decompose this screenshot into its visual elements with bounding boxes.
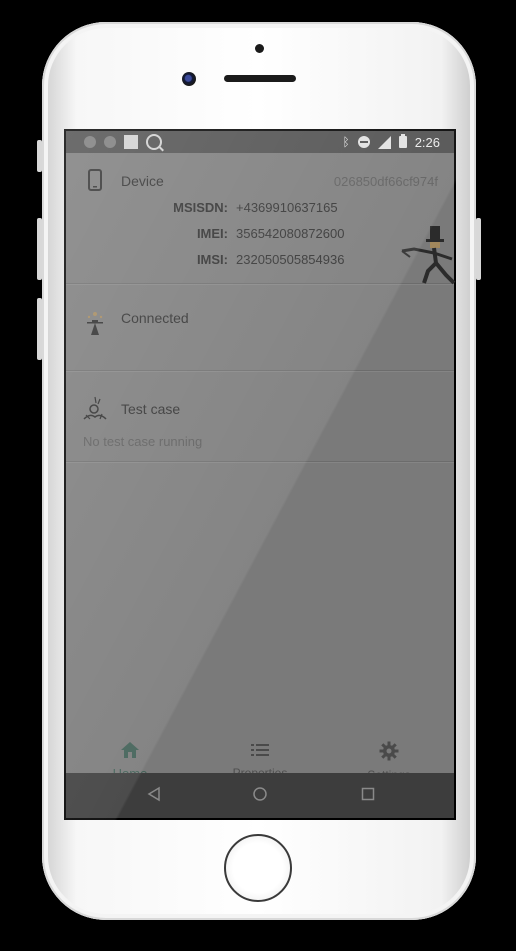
battery-icon: [398, 134, 407, 148]
imsi-value: 232050505854936: [236, 252, 345, 267]
front-camera: [182, 72, 196, 86]
msisdn-label: MSISDN:: [173, 200, 228, 215]
test-case-status: No test case running: [83, 434, 203, 449]
test-case-title: Test case: [121, 401, 181, 417]
signal-icon: [377, 135, 391, 149]
device-card: Device 026850df66cf974f MSISDN: +4369910…: [66, 153, 456, 285]
status-bar: ᛒ 2:26: [66, 131, 454, 153]
broken-items-icon: [83, 396, 107, 420]
imei-label: IMEI:: [196, 226, 228, 241]
recents-square-icon[interactable]: [360, 786, 376, 802]
imsi-label: IMSI:: [196, 252, 228, 267]
home-icon: [121, 742, 139, 758]
bluetooth-icon: ᛒ: [342, 135, 350, 149]
volume-down-button: [37, 298, 42, 360]
msisdn-value: +4369910637165: [236, 200, 338, 215]
do-not-disturb-icon: [357, 136, 370, 148]
home-circle-icon[interactable]: [252, 786, 268, 802]
connection-status: Connected: [121, 310, 189, 326]
device-id: 026850df66cf974f: [333, 174, 438, 189]
list-icon: [251, 744, 269, 756]
volume-up-button: [37, 218, 42, 280]
proximity-sensor: [255, 44, 264, 53]
power-button: [476, 218, 481, 280]
magic-hat-connected-icon: [87, 312, 103, 335]
app-content: Device 026850df66cf974f MSISDN: +4369910…: [66, 153, 456, 797]
phone-icon: [88, 169, 102, 191]
notification-circle-icon: [104, 136, 116, 148]
system-navigation-bar: [66, 773, 454, 818]
imei-value: 356542080872600: [236, 226, 345, 241]
notification-square-icon: [124, 135, 138, 149]
q-notification-icon: [146, 134, 162, 150]
device-title: Device: [121, 173, 164, 189]
test-case-card: Test case No test case running: [66, 371, 454, 462]
magician-illustration-icon: [401, 226, 456, 285]
notification-circle-icon: [84, 136, 96, 148]
gear-icon: [379, 741, 399, 761]
hardware-home-button[interactable]: [224, 834, 292, 902]
back-triangle-icon[interactable]: [146, 786, 162, 802]
mute-switch: [37, 140, 42, 172]
connection-card: Connected: [66, 284, 454, 371]
earpiece-speaker: [224, 75, 296, 82]
phone-screen: ᛒ 2:26 Device 026850df66cf974f MSISDN: +…: [64, 129, 456, 820]
status-time: 2:26: [414, 134, 440, 150]
